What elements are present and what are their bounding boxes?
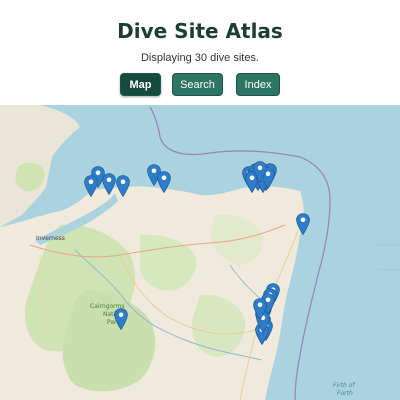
map-pin-icon (296, 213, 310, 235)
dive-site-marker[interactable] (84, 175, 98, 197)
dive-site-marker[interactable] (253, 161, 267, 183)
page-title: Dive Site Atlas (117, 19, 283, 43)
search-button[interactable]: Search (172, 73, 223, 96)
index-button[interactable]: Index (236, 73, 280, 96)
map-pin-icon (84, 175, 98, 197)
dive-site-marker[interactable] (116, 175, 130, 197)
city-label: Inverness (36, 235, 65, 242)
dive-site-marker[interactable] (253, 298, 267, 320)
dive-site-map[interactable]: Inverness Cairngorms Nati Par Firth of F… (0, 105, 400, 400)
map-pin-icon (116, 175, 130, 197)
map-pin-icon (114, 308, 128, 330)
map-base-layer (0, 105, 400, 400)
sea-label-line1: Firth of (333, 382, 355, 389)
dive-site-marker[interactable] (157, 171, 171, 193)
map-pin-icon (253, 298, 267, 320)
site-count-text: Displaying 30 dive sites. (140, 52, 259, 64)
dive-site-marker[interactable] (102, 173, 116, 195)
map-pin-icon (157, 171, 171, 193)
map-pin-icon (102, 173, 116, 195)
view-nav: Map Search Index (0, 73, 400, 96)
map-pin-icon (253, 161, 267, 183)
dive-site-marker[interactable] (114, 308, 128, 330)
map-button[interactable]: Map (120, 73, 161, 96)
dive-site-marker[interactable] (296, 213, 310, 235)
sea-label-line2: Forth (337, 390, 353, 397)
